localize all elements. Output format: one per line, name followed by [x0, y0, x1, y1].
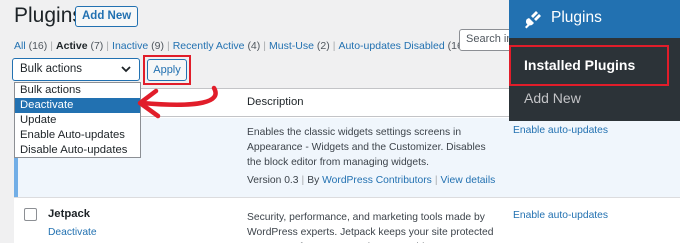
filter-active-count: (7): [90, 40, 104, 52]
admin-menu-plugins-label: Plugins: [551, 9, 602, 26]
filter-recently-active-label: Recently Active: [172, 40, 245, 52]
filter-inactive-label: Inactive: [112, 40, 149, 52]
filter-separator: |: [166, 40, 170, 52]
dropdown-option-deactivate[interactable]: Deactivate: [15, 98, 140, 113]
chevron-down-icon: [121, 66, 131, 73]
filter-must-use-label: Must-Use: [269, 40, 314, 52]
column-header-description: Description: [247, 96, 304, 108]
plugin-meta: Version 0.3 | By WordPress Contributors | Vi…: [247, 175, 495, 186]
meta-separator: |: [301, 175, 305, 186]
deactivate-link[interactable]: Deactivate: [48, 227, 97, 238]
filter-all[interactable]: All (16): [14, 40, 47, 52]
apply-button[interactable]: Apply: [147, 59, 187, 81]
plugin-name: Jetpack: [48, 208, 91, 220]
plugin-author-link[interactable]: WordPress Contributors: [322, 175, 432, 186]
submenu-installed-plugins-label: Installed Plugins: [524, 57, 636, 73]
filter-separator: |: [50, 40, 54, 52]
filter-recently-active[interactable]: Recently Active (4): [173, 40, 261, 52]
plugin-version: Version 0.3: [247, 175, 299, 186]
plugin-status-filters: All (16) | Active (7) | Inactive (9) | Recentl…: [14, 40, 463, 52]
filter-recently-active-count: (4): [247, 40, 261, 52]
plugin-description: Security, performance, and marketing too…: [247, 212, 494, 243]
filter-auto-updates-disabled[interactable]: Auto-updates Disabled (16: [338, 40, 462, 52]
filter-must-use-count: (2): [316, 40, 330, 52]
dropdown-option-enable-auto-updates[interactable]: Enable Auto-updates: [15, 128, 140, 143]
submenu-add-new[interactable]: Add New: [524, 90, 581, 106]
plug-icon: [525, 11, 541, 29]
page-title: Plugins: [14, 4, 83, 27]
dropdown-option-disable-auto-updates[interactable]: Disable Auto-updates: [15, 143, 140, 158]
filter-active[interactable]: Active (7): [56, 40, 103, 52]
dropdown-option-bulk-actions[interactable]: Bulk actions: [15, 83, 140, 98]
enable-auto-updates-link[interactable]: Enable auto-updates: [513, 125, 608, 136]
enable-auto-updates-link[interactable]: Enable auto-updates: [513, 210, 608, 221]
bulk-actions-select[interactable]: Bulk actions: [12, 58, 140, 81]
filter-inactive[interactable]: Inactive (9): [112, 40, 164, 52]
row-divider: [14, 197, 680, 198]
filter-separator: |: [106, 40, 110, 52]
plugin-description: Enables the classic widgets settings scr…: [247, 127, 486, 168]
filter-active-label: Active: [56, 40, 88, 52]
row-checkbox[interactable]: [24, 208, 37, 221]
annotation-arrow-icon: [137, 85, 218, 119]
meta-separator: |: [434, 175, 438, 186]
filter-inactive-count: (9): [151, 40, 164, 52]
filter-auto-updates-disabled-label: Auto-updates Disabled: [338, 40, 445, 52]
filter-separator: |: [263, 40, 267, 52]
filter-must-use[interactable]: Must-Use (2): [269, 40, 330, 52]
add-new-button[interactable]: Add New: [75, 6, 139, 27]
view-details-link[interactable]: View details: [441, 175, 496, 186]
bulk-actions-dropdown: Bulk actions Deactivate Update Enable Au…: [14, 82, 141, 158]
filter-all-count: (16): [28, 40, 48, 52]
plugin-by-label: By: [307, 175, 320, 186]
bulk-actions-selected-value: Bulk actions: [20, 63, 83, 75]
dropdown-option-update[interactable]: Update: [15, 113, 140, 128]
filter-all-label: All: [14, 40, 26, 52]
